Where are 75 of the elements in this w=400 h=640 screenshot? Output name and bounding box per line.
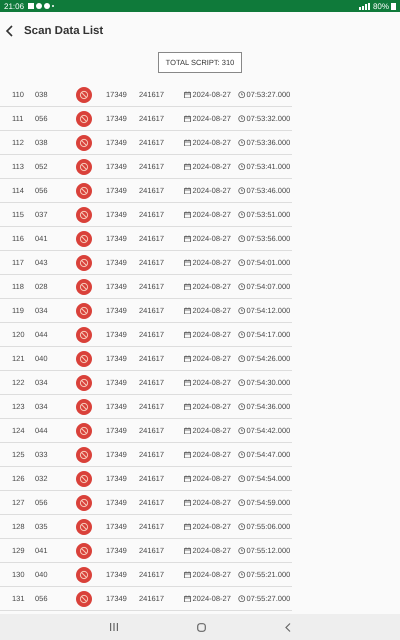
calendar-icon: [184, 426, 191, 434]
blocked-icon: [76, 134, 92, 150]
clock-icon: [238, 450, 245, 458]
clock-icon: [238, 546, 245, 554]
clock-icon: [238, 330, 245, 338]
blocked-icon: [76, 110, 92, 126]
clock-icon: [238, 210, 245, 218]
blocked-icon: [76, 182, 92, 198]
calendar-icon: [184, 498, 191, 506]
calendar-icon: [184, 162, 191, 170]
calendar-icon: [184, 210, 191, 218]
battery-percent: 80%: [372, 2, 389, 10]
calendar-icon: [184, 378, 191, 386]
clock-icon: [238, 378, 245, 386]
calendar-icon: [184, 186, 191, 194]
calendar-icon: [184, 282, 191, 290]
calendar-icon: [184, 330, 191, 338]
blocked-icon: [76, 398, 92, 414]
page-title: Scan Data List: [24, 25, 104, 37]
home-icon[interactable]: [196, 622, 206, 632]
calendar-icon: [184, 258, 191, 266]
blocked-icon: [76, 446, 92, 462]
calendar-icon: [184, 306, 191, 314]
clock-icon: [238, 138, 245, 146]
calendar-icon: [184, 402, 191, 410]
calendar-icon: [184, 594, 191, 602]
calendar-icon: [184, 570, 191, 578]
calendar-icon: [184, 234, 191, 242]
clock-icon: [238, 570, 245, 578]
blocked-icon: [76, 206, 92, 222]
clock-icon: [238, 522, 245, 530]
blocked-icon: [76, 374, 92, 390]
clock-icon: [238, 594, 245, 602]
blocked-icon: [76, 494, 92, 510]
blocked-icon: [76, 470, 92, 486]
calendar-icon: [184, 114, 191, 122]
calendar-icon: [184, 354, 191, 362]
clock-icon: [238, 258, 245, 266]
clock-icon: [238, 426, 245, 434]
blocked-icon: [76, 302, 92, 318]
back-icon[interactable]: [5, 25, 13, 37]
blocked-icon: [76, 542, 92, 558]
calendar-icon: [184, 90, 191, 98]
clock-icon: [238, 162, 245, 170]
clock-time: 21:06: [4, 2, 24, 10]
calendar-icon: [184, 474, 191, 482]
clock-icon: [238, 402, 245, 410]
blocked-icon: [76, 518, 92, 534]
clock-icon: [238, 354, 245, 362]
calendar-icon: [184, 546, 191, 554]
calendar-icon: [184, 450, 191, 458]
calendar-icon: [184, 522, 191, 530]
clock-icon: [238, 186, 245, 194]
blocked-icon: [76, 326, 92, 342]
recent-apps-icon[interactable]: [110, 623, 118, 631]
clock-icon: [238, 306, 245, 314]
blocked-icon: [76, 278, 92, 294]
calendar-icon: [184, 138, 191, 146]
notification-icons: [28, 3, 54, 9]
signal-icon: [358, 2, 371, 10]
blocked-icon: [76, 254, 92, 270]
clock-icon: [238, 114, 245, 122]
clock-icon: [238, 90, 245, 98]
blocked-icon: [76, 590, 92, 606]
clock-icon: [238, 282, 245, 290]
battery-icon: [391, 2, 396, 10]
clock-icon: [238, 234, 245, 242]
clock-icon: [238, 474, 245, 482]
blocked-icon: [76, 158, 92, 174]
blocked-icon: [76, 350, 92, 366]
blocked-icon: [76, 422, 92, 438]
blocked-icon: [76, 86, 92, 102]
blocked-icon: [76, 230, 92, 246]
clock-icon: [238, 498, 245, 506]
blocked-icon: [76, 566, 92, 582]
